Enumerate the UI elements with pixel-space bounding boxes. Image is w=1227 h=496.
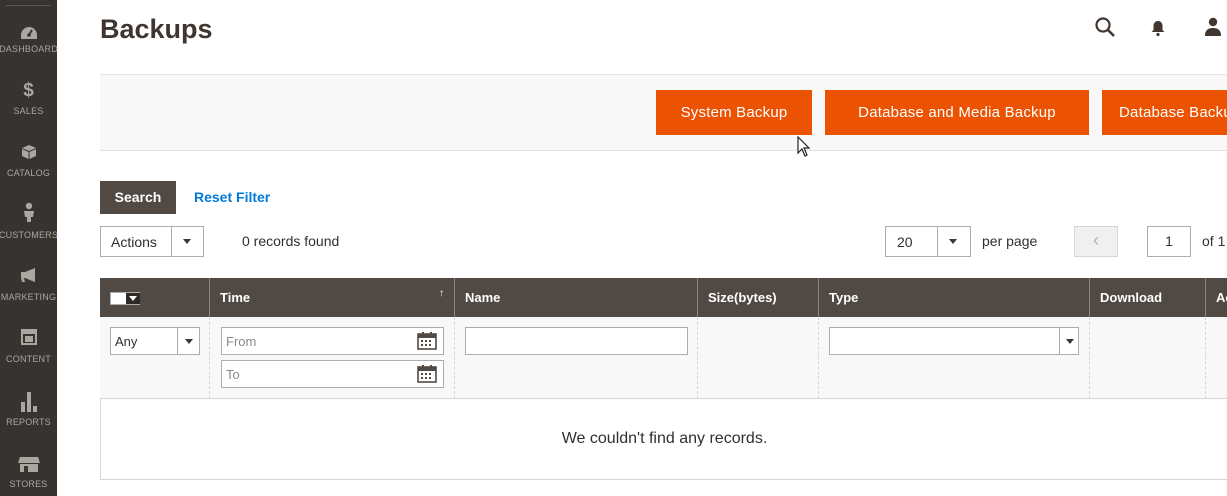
megaphone-icon [0,267,57,288]
sidebar-item-catalog[interactable]: CATALOG [0,142,57,202]
grid-header: Time ↑ Name Size(bytes) Type Download Ac… [100,278,1227,317]
mass-select-checkbox[interactable] [110,292,140,305]
column-header-download: Download [1090,278,1206,317]
column-header-type[interactable]: Type [819,278,1090,317]
from-placeholder: From [226,334,257,349]
person-icon [0,202,57,227]
page-title: Backups [100,14,213,44]
sidebar-item-label: CUSTOMERS [0,230,59,240]
prev-page-button[interactable]: ‹ [1074,226,1118,257]
per-page-label: per page [982,233,1038,249]
records-count: 0 records found [242,233,340,249]
calendar-icon[interactable] [417,332,437,355]
mass-actions-select[interactable]: Actions [100,226,204,257]
per-page-select[interactable]: 20 [885,226,971,257]
system-backup-button[interactable]: System Backup [656,90,812,135]
select-divider [1059,328,1060,354]
search-icon[interactable] [1094,16,1116,43]
sidebar-item-content[interactable]: CONTENT [0,327,57,387]
user-icon[interactable] [1203,17,1223,42]
sidebar-item-label: STORES [9,479,48,489]
column-header-name[interactable]: Name [455,278,698,317]
current-page-input[interactable]: 1 [1147,226,1191,257]
to-placeholder: To [226,367,240,382]
bar-chart-icon [0,390,57,417]
sidebar-item-label: SALES [13,106,44,116]
time-to-input[interactable]: To [221,360,444,388]
sidebar-item-reports[interactable]: REPORTS [0,390,57,450]
any-label: Any [115,334,138,349]
layout-icon [0,329,57,350]
column-header-action: Action [1216,290,1227,305]
select-divider [171,227,172,256]
sidebar-item-label: MARKETING [0,292,57,302]
reset-filter-link[interactable]: Reset Filter [194,189,270,205]
search-button[interactable]: Search [100,181,176,214]
database-backup-button[interactable]: Database Backup [1102,90,1227,135]
mass-actions-label: Actions [111,234,157,250]
type-filter-select[interactable] [829,327,1079,355]
calendar-icon[interactable] [417,365,437,388]
box-icon [0,144,57,165]
dollar-icon: $ [23,80,34,101]
select-divider [937,227,938,256]
column-label: Time [220,290,251,305]
visibility-filter-select[interactable]: Any [110,327,200,355]
chevron-down-icon [185,339,193,344]
select-divider [177,328,178,354]
time-from-input[interactable]: From [221,327,444,355]
sidebar-item-customers[interactable]: CUSTOMERS [0,200,58,260]
filter-cell [1090,317,1206,399]
column-header-size[interactable]: Size(bytes) [698,278,819,317]
sort-arrow-icon: ↑ [439,288,444,299]
sidebar-item-marketing[interactable]: MARKETING [0,265,57,325]
sidebar-divider [6,5,51,6]
store-icon [0,456,57,477]
database-media-backup-button[interactable]: Database and Media Backup [825,90,1089,135]
grid-empty-row: We couldn't find any records. [100,399,1227,480]
sidebar-item-label: REPORTS [6,417,51,427]
chevron-down-icon [1066,339,1074,344]
name-filter-input[interactable] [465,327,688,355]
chevron-down-icon [183,239,191,244]
empty-message: We couldn't find any records. [561,430,768,447]
sidebar-item-label: CATALOG [6,168,51,178]
column-header-time[interactable]: Time ↑ [210,278,455,317]
admin-sidebar: DASHBOARD $ SALES CATALOG CUSTOMERS MARK… [0,0,58,496]
bell-icon[interactable] [1150,18,1166,43]
per-page-value: 20 [897,234,913,250]
total-pages: of 1 [1202,233,1226,249]
chevron-down-icon [126,293,140,304]
sidebar-item-dashboard[interactable]: DASHBOARD [0,18,58,78]
filter-cell [698,317,819,399]
chevron-down-icon [949,239,957,244]
sidebar-item-label: DASHBOARD [0,44,58,54]
sidebar-item-sales[interactable]: $ SALES [0,80,57,140]
grid-filter-row: Any From To [100,317,1227,399]
sidebar-item-stores[interactable]: STORES [0,454,57,496]
sidebar-item-label: CONTENT [6,354,51,364]
page-root: DASHBOARD $ SALES CATALOG CUSTOMERS MARK… [0,0,1227,496]
dashboard-icon [0,26,57,45]
mouse-cursor-icon [797,135,811,163]
mass-select-column[interactable] [100,278,210,317]
